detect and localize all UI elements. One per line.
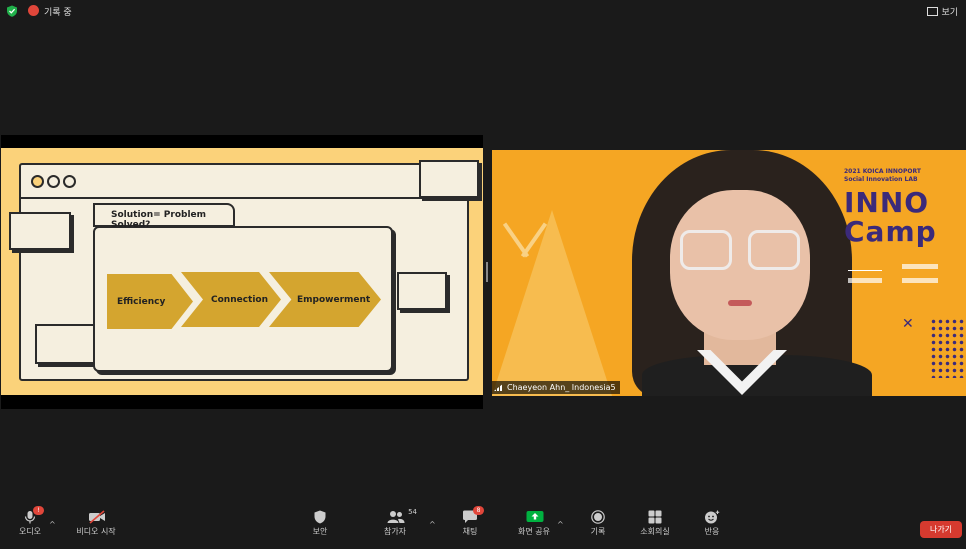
decorative-dot-pattern [930, 318, 966, 378]
window-dot-icon [63, 175, 76, 188]
encryption-shield-icon[interactable] [6, 5, 18, 17]
audio-options-chevron-icon[interactable]: ^ [49, 520, 56, 529]
share-screen-button[interactable]: 화면 공유 [514, 510, 554, 537]
banner-subtitle-line: Social Innovation LAB [844, 176, 918, 183]
sponsor-logo [848, 262, 882, 271]
shared-screen: Solution= Problem Solved? Efficiency Con… [1, 135, 483, 409]
participant-video-tile[interactable]: 2021 KOICA INNOPORT Social Innovation LA… [492, 150, 966, 396]
banner-subtitle-line: 2021 KOICA INNOPORT [844, 168, 921, 175]
participants-options-chevron-icon[interactable]: ^ [429, 520, 436, 529]
participant-count: 54 [408, 508, 417, 516]
view-label: 보기 [941, 8, 958, 18]
view-button[interactable]: 보기 [927, 5, 958, 18]
security-button[interactable]: 보안 [306, 510, 334, 537]
sponsor-logo [902, 278, 938, 283]
breakout-rooms-icon [647, 510, 663, 524]
tent-graphic [492, 210, 612, 396]
share-label: 화면 공유 [518, 527, 550, 536]
record-icon [590, 510, 606, 524]
video-off-icon [88, 510, 105, 524]
chat-icon: 8 [462, 506, 484, 524]
breakout-label: 소회의실 [640, 527, 670, 536]
slide-tab-title: Solution= Problem Solved? [93, 203, 235, 230]
reactions-button[interactable]: 반응 [700, 510, 724, 537]
start-video-button[interactable]: 비디오 시작 [72, 510, 120, 537]
meeting-top-bar: 기록 중 보기 [0, 0, 966, 22]
signal-strength-icon [494, 383, 504, 391]
recording-icon [28, 5, 39, 16]
folder-icon [35, 324, 95, 364]
chat-button[interactable]: 8 채팅 [458, 506, 484, 537]
folder-icon [9, 212, 71, 250]
sponsor-logo [902, 264, 938, 269]
audio-alert-badge: ! [33, 506, 44, 515]
step-label: Empowerment [297, 294, 371, 305]
banner-subtitle: 2021 KOICA INNOPORT Social Innovation LA… [844, 168, 921, 184]
slide-content: Solution= Problem Solved? Efficiency Con… [1, 148, 483, 395]
participants-button[interactable]: 54 참가자 [378, 508, 417, 537]
security-shield-icon [312, 510, 328, 524]
step-label: Connection [211, 294, 269, 305]
record-label: 기록 [590, 527, 606, 536]
grid-view-icon [927, 7, 939, 16]
participant-mouth [728, 300, 752, 306]
security-label: 보안 [312, 527, 328, 536]
audio-label: 오디오 [18, 527, 42, 536]
breakout-rooms-button[interactable]: 소회의실 [636, 510, 674, 537]
audio-button[interactable]: ! 오디오 [16, 506, 44, 537]
split-view-divider[interactable] [486, 262, 488, 282]
banner-title-line: INNO [844, 186, 930, 219]
video-label: 비디오 시작 [76, 527, 116, 536]
reaction-emoji-icon [704, 510, 720, 524]
participant-name: Chaeyeon Ahn_ Indonesia5 [507, 383, 616, 392]
sponsor-logo [848, 278, 882, 283]
folder-icon [397, 272, 447, 310]
reactions-label: 반응 [704, 527, 720, 536]
record-button[interactable]: 기록 [586, 510, 610, 537]
leave-meeting-button[interactable]: 나가기 [920, 521, 962, 538]
folder-icon [419, 160, 479, 198]
participants-icon: 54 [387, 508, 417, 524]
chat-label: 채팅 [462, 527, 478, 536]
step-label: Efficiency [117, 296, 166, 307]
recording-status: 기록 중 [44, 8, 72, 18]
chat-unread-badge: 8 [473, 506, 484, 515]
window-dot-icon [31, 175, 44, 188]
window-dot-icon [47, 175, 60, 188]
glasses-lens [680, 230, 732, 270]
share-screen-icon [526, 510, 544, 524]
decorative-x-icon: ✕ [902, 316, 914, 332]
participant-name-tag: Chaeyeon Ahn_ Indonesia5 [492, 381, 620, 394]
meeting-toolbar: ! 오디오 ^ 비디오 시작 보안 54 참가자 ^ 8 채팅 화면 공유 ^ … [0, 506, 966, 549]
participants-label: 참가자 [383, 527, 407, 536]
banner-title-line: Camp [844, 215, 937, 248]
share-options-chevron-icon[interactable]: ^ [557, 520, 564, 529]
glasses-lens [748, 230, 800, 270]
slide-window-bar [21, 165, 467, 199]
banner-title: INNO Camp [844, 188, 937, 246]
microphone-icon: ! [22, 506, 44, 524]
